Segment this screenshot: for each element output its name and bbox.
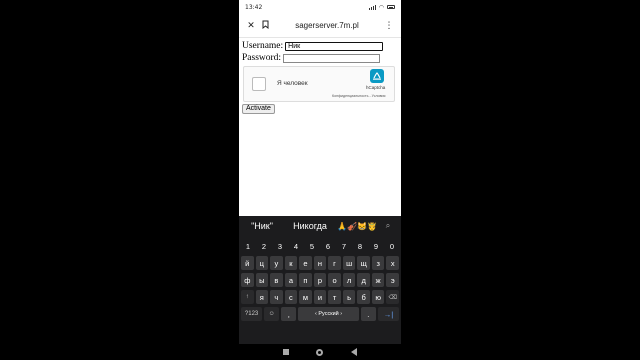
activate-button[interactable]: Activate xyxy=(242,104,275,114)
key[interactable]: ф xyxy=(241,273,254,287)
key[interactable]: л xyxy=(342,273,356,287)
key[interactable]: й xyxy=(241,256,254,270)
status-time: 13:42 xyxy=(245,3,263,11)
key[interactable]: 4 xyxy=(289,239,303,253)
key[interactable]: о xyxy=(328,273,341,287)
key[interactable]: ч xyxy=(270,290,283,304)
wifi-icon: ◠ xyxy=(378,3,384,11)
key[interactable]: м xyxy=(299,290,312,304)
key[interactable]: ц xyxy=(255,256,269,270)
suggestion-1[interactable]: "Ник" xyxy=(239,221,285,231)
recents-icon[interactable] xyxy=(282,349,289,355)
key[interactable]: 5 xyxy=(305,239,319,253)
key[interactable]: н xyxy=(313,256,327,270)
letter-row-3: ↑ я ч с м и т ь б ю ⌫ xyxy=(239,290,401,304)
keyboard: "Ник" Никогда 🙏🎻😸🤴 ⌕ 1 2 3 4 5 6 7 8 9 0… xyxy=(239,216,401,344)
key[interactable]: 8 xyxy=(353,239,367,253)
key[interactable]: и xyxy=(313,290,327,304)
hcaptcha-widget: Я человек hCaptcha Конфиденциальность - … xyxy=(243,66,395,102)
key[interactable]: щ xyxy=(357,256,370,270)
key[interactable]: 1 xyxy=(241,239,255,253)
key[interactable]: х xyxy=(386,256,400,270)
password-label: Password: xyxy=(242,53,282,63)
key[interactable]: к xyxy=(284,256,298,270)
back-icon[interactable] xyxy=(351,348,358,356)
status-icons: ◠ xyxy=(368,3,395,11)
number-row: 1 2 3 4 5 6 7 8 9 0 xyxy=(239,239,401,253)
suggestion-3[interactable]: 🙏🎻😸🤴 xyxy=(335,222,379,231)
key[interactable]: 7 xyxy=(337,239,351,253)
captcha-brand: hCaptcha xyxy=(366,85,386,90)
key[interactable]: с xyxy=(284,290,298,304)
key[interactable]: ю xyxy=(371,290,385,304)
page-content: Username: Ник Password: Я человек hCaptc… xyxy=(239,38,401,216)
status-bar: 13:42 ◠ xyxy=(239,0,401,14)
bottom-row: ?123 ☺ , ‹ Русский › . →| xyxy=(239,307,401,321)
key[interactable]: у xyxy=(270,256,283,270)
key[interactable]: 9 xyxy=(369,239,383,253)
key[interactable]: р xyxy=(313,273,327,287)
home-icon[interactable] xyxy=(316,348,324,356)
shift-key-icon[interactable]: ↑ xyxy=(241,290,254,304)
key[interactable]: 0 xyxy=(385,239,399,253)
suggestion-2[interactable]: Никогда xyxy=(285,221,335,231)
hcaptcha-logo-icon xyxy=(370,69,384,83)
signal-icon xyxy=(368,4,376,10)
key[interactable]: ж xyxy=(371,273,385,287)
key[interactable]: ш xyxy=(342,256,356,270)
username-input[interactable]: Ник xyxy=(285,41,384,51)
key[interactable]: п xyxy=(299,273,312,287)
more-vert-icon[interactable]: ⋮ xyxy=(382,21,396,31)
key[interactable]: ы xyxy=(255,273,269,287)
key[interactable]: г xyxy=(328,256,341,270)
key[interactable]: е xyxy=(299,256,312,270)
phone-screen: 13:42 ◠ ✕ sagerserver.7m.pl ⋮ Username: … xyxy=(239,0,401,360)
battery-icon xyxy=(387,5,395,9)
key[interactable]: д xyxy=(357,273,370,287)
captcha-checkbox[interactable] xyxy=(252,77,266,91)
android-nav-bar xyxy=(239,344,401,360)
key[interactable]: б xyxy=(357,290,370,304)
symbols-key[interactable]: ?123 xyxy=(241,307,263,321)
period-key[interactable]: . xyxy=(360,307,376,321)
password-row: Password: xyxy=(242,53,381,63)
url-text[interactable]: sagerserver.7m.pl xyxy=(272,21,382,30)
key[interactable]: 2 xyxy=(257,239,271,253)
username-label: Username: xyxy=(242,41,284,51)
key[interactable]: я xyxy=(255,290,269,304)
search-icon[interactable]: ⌕ xyxy=(379,221,397,231)
username-row: Username: Ник xyxy=(242,41,384,51)
space-key[interactable]: ‹ Русский › xyxy=(298,307,359,321)
letter-row-2: ф ы в а п р о л д ж э xyxy=(239,273,401,287)
key[interactable]: 3 xyxy=(273,239,287,253)
captcha-label: Я человек xyxy=(277,80,308,87)
suggestion-strip: "Ник" Никогда 🙏🎻😸🤴 ⌕ xyxy=(239,216,401,236)
key[interactable]: з xyxy=(371,256,385,270)
key[interactable]: э xyxy=(386,273,400,287)
emoji-key-icon[interactable]: ☺ xyxy=(264,307,280,321)
key[interactable]: в xyxy=(270,273,283,287)
comma-key[interactable]: , xyxy=(281,307,297,321)
close-icon[interactable]: ✕ xyxy=(244,21,258,31)
bookmark-icon[interactable] xyxy=(258,20,272,32)
key[interactable]: 6 xyxy=(321,239,335,253)
key[interactable]: а xyxy=(284,273,298,287)
enter-key-icon[interactable]: →| xyxy=(377,307,400,321)
backspace-key-icon[interactable]: ⌫ xyxy=(386,290,400,304)
password-input[interactable] xyxy=(283,53,381,63)
browser-toolbar: ✕ sagerserver.7m.pl ⋮ xyxy=(239,14,401,38)
key[interactable]: т xyxy=(328,290,341,304)
captcha-privacy-link[interactable]: Конфиденциальность - Условия xyxy=(332,94,386,98)
letter-row-1: й ц у к е н г ш щ з х xyxy=(239,256,401,270)
key[interactable]: ь xyxy=(342,290,356,304)
